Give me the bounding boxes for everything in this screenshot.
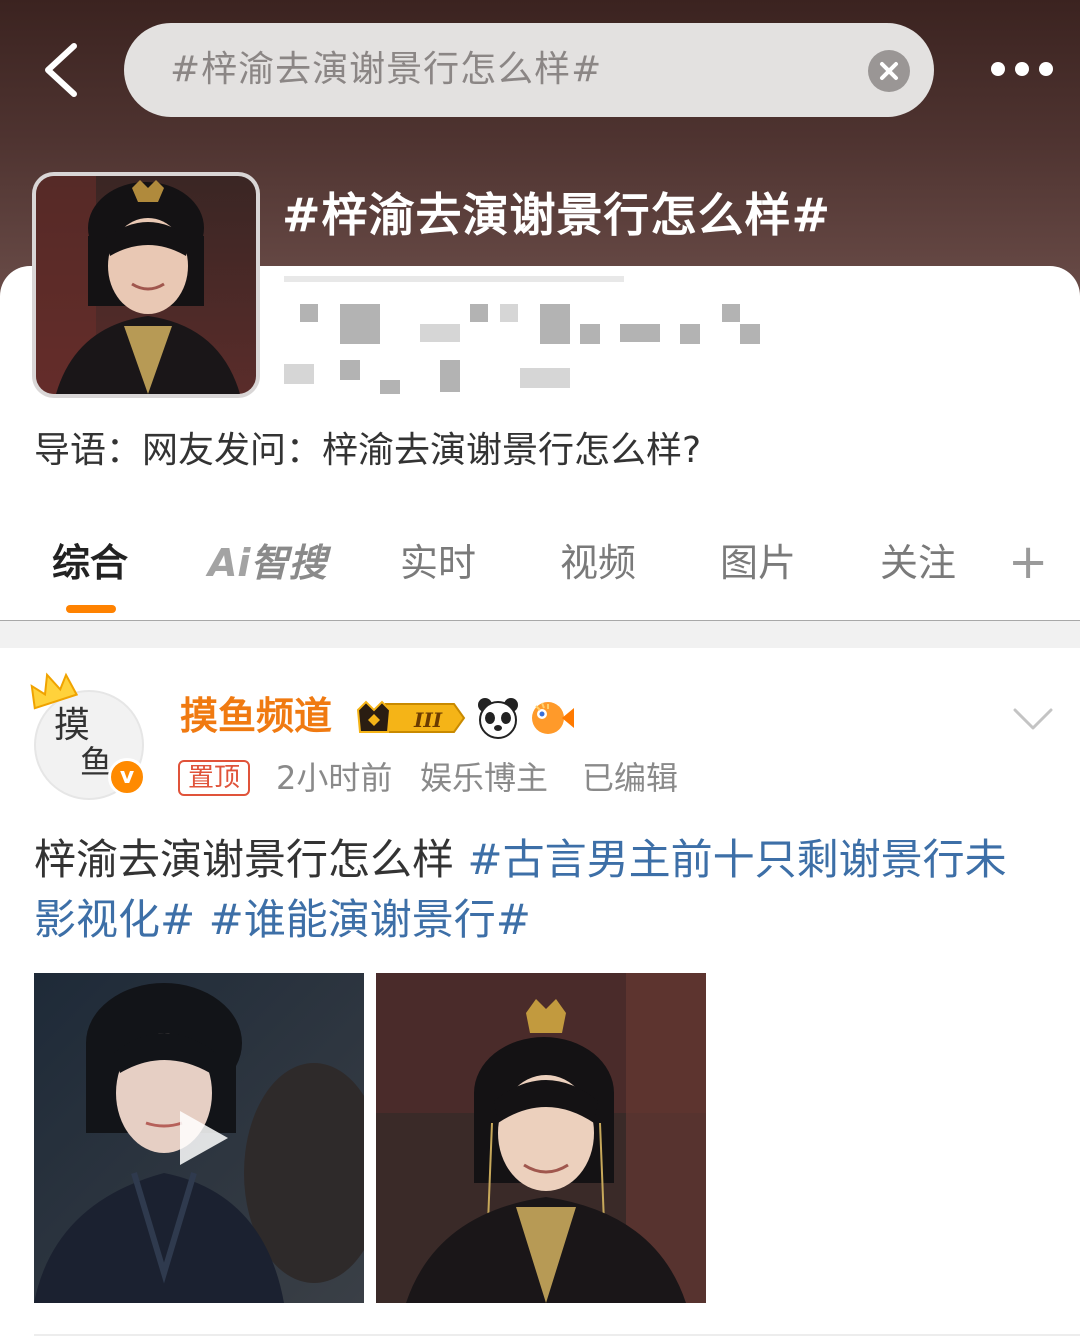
hashtag-link[interactable]: #谁能演谢景行# [209, 895, 531, 944]
edited-label: 已编辑 [582, 759, 679, 797]
mosaic-block [420, 324, 460, 342]
section-divider [0, 620, 1080, 648]
tab-realtime[interactable]: 实时 [400, 530, 476, 600]
avatar-calligraphy-1: 摸 [54, 705, 91, 746]
mosaic-block [722, 304, 740, 322]
mosaic-block [340, 360, 360, 380]
post-body: 梓渝去演谢景行怎么样 #古言男主前十只剩谢景行未影视化# #谁能演谢景行# [34, 830, 1044, 950]
mosaic-block [680, 324, 700, 344]
mosaic-block [470, 304, 488, 322]
verified-icon: v [108, 758, 146, 796]
blurred-topic-stats [260, 268, 800, 398]
panda-icon [478, 698, 518, 739]
username[interactable]: 摸鱼频道 [180, 692, 332, 740]
more-dot [1039, 62, 1053, 76]
chevron-down-icon[interactable] [1012, 706, 1054, 732]
post-text: 梓渝去演谢景行怎么样 [34, 835, 455, 884]
mosaic-block [520, 368, 570, 388]
back-arrow-icon [45, 43, 77, 97]
ai-search-icon: Ai [208, 541, 251, 585]
mosaic-block [500, 304, 518, 322]
fish-icon [532, 702, 574, 734]
search-query-text: #梓渝去演谢景行怎么样# [170, 49, 603, 90]
mosaic-block [740, 324, 760, 344]
topic-cover-image[interactable] [32, 172, 260, 398]
topic-lead-text: 导语：网友发问：梓渝去演谢景行怎么样? [34, 430, 702, 471]
post-photo [376, 973, 706, 1303]
video-thumbnail[interactable] [34, 973, 364, 1303]
topic-title: #梓渝去演谢景行怎么样# [282, 188, 832, 242]
more-dot [1015, 62, 1029, 76]
vip-level-badge[interactable]: III [356, 698, 468, 738]
more-options-button[interactable] [985, 52, 1057, 86]
mosaic-block [380, 380, 400, 394]
mosaic-block [300, 304, 318, 322]
active-tab-indicator [66, 605, 116, 613]
mosaic-block [440, 360, 460, 392]
vip-level-text: III [413, 708, 443, 732]
post-image[interactable] [376, 973, 706, 1303]
tab-ai-search[interactable]: Ai智搜 [208, 530, 326, 600]
close-icon [880, 62, 898, 80]
mosaic-block [284, 276, 624, 282]
mosaic-block [540, 304, 570, 344]
pinned-badge: 置顶 [178, 760, 251, 796]
tab-following[interactable]: 关注 [880, 530, 956, 600]
post-divider [34, 1334, 1080, 1336]
mosaic-block [580, 324, 600, 344]
author-role: 娱乐博主 [420, 759, 549, 797]
mosaic-block [620, 324, 660, 342]
tab-bar: 综合 Ai智搜 实时 视频 图片 关注 + [0, 530, 1080, 600]
mosaic-block [284, 364, 314, 384]
topic-cover-photo [36, 176, 256, 394]
play-icon[interactable] [176, 1107, 232, 1169]
tab-comprehensive[interactable]: 综合 [52, 530, 128, 600]
post-card[interactable]: 摸 鱼 v 摸鱼频道 III 置顶 2小时前 娱乐博主 已编辑 梓渝去演谢景行怎… [0, 648, 1080, 1341]
tab-video[interactable]: 视频 [560, 530, 636, 600]
tab-ai-search-label: 智搜 [250, 541, 327, 585]
back-button[interactable] [30, 38, 94, 102]
mosaic-block [340, 304, 380, 344]
crown-icon [30, 672, 78, 710]
search-input[interactable]: #梓渝去演谢景行怎么样# [124, 23, 934, 117]
add-tab-button[interactable]: + [1008, 530, 1048, 600]
post-time: 2小时前 [276, 759, 393, 797]
tab-images[interactable]: 图片 [720, 530, 796, 600]
more-dots-icon [991, 62, 1005, 76]
clear-search-button[interactable] [868, 50, 910, 92]
